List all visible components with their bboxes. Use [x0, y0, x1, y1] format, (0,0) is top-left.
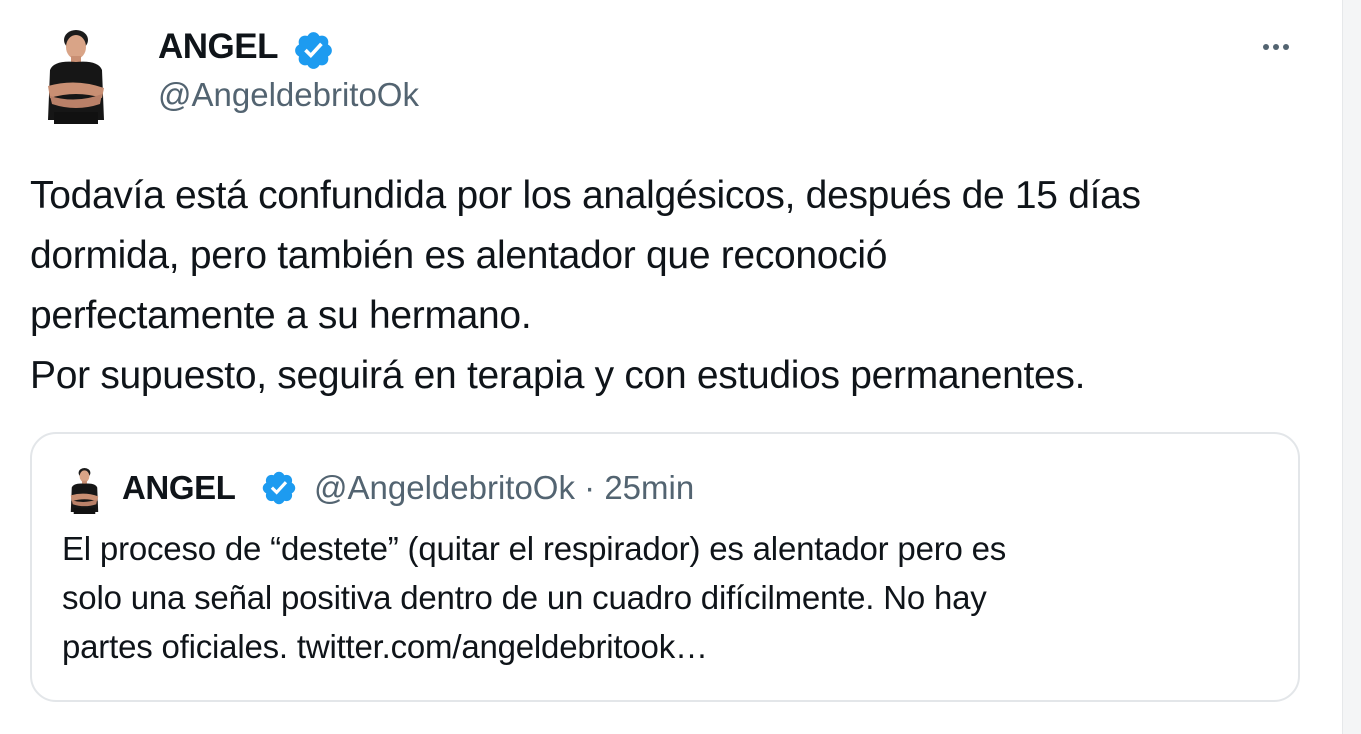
quoted-author-name: ANGEL: [122, 469, 236, 506]
tweet-text-line: dormida, pero también es alentador que r…: [30, 234, 888, 277]
quoted-tweet-text: El proceso de “destete” (quitar el respi…: [62, 524, 1282, 671]
tweet-text: Todavía está confundida por los analgési…: [30, 166, 1330, 406]
quoted-author-avatar: [70, 467, 99, 514]
quoted-text-line: partes oficiales. twitter.com/angeldebri…: [62, 628, 708, 665]
author-avatar[interactable]: [40, 26, 110, 124]
quoted-text-line: solo una señal positiva dentro de un cua…: [62, 579, 987, 616]
dot-icon: [1283, 44, 1289, 50]
dot-icon: [1263, 44, 1269, 50]
author-name[interactable]: ANGEL: [158, 26, 279, 68]
author-handle[interactable]: @AngeldebritoOk: [158, 74, 419, 116]
quoted-author-handle: @AngeldebritoOk: [314, 469, 575, 506]
tweet-text-line: perfectamente a su hermano.: [30, 294, 532, 337]
verified-badge-icon: [295, 32, 332, 69]
dot-icon: [1273, 44, 1279, 50]
separator-dot: ·: [584, 469, 596, 506]
scrollbar-track[interactable]: [1342, 0, 1361, 734]
quoted-timestamp[interactable]: 25min: [604, 469, 694, 506]
tweet-card: ANGEL @AngeldebritoOk Todavía está confu…: [0, 0, 1342, 734]
quoted-text-line: El proceso de “destete” (quitar el respi…: [62, 530, 1007, 567]
quoted-tweet[interactable]: ANGEL @AngeldebritoOk · 25min El proceso…: [30, 432, 1300, 702]
tweet-text-line: Todavía está confundida por los analgési…: [30, 174, 1141, 217]
quoted-handle-and-time: @AngeldebritoOk · 25min: [314, 468, 694, 508]
verified-badge-icon: [262, 471, 296, 505]
tweet-text-line: Por supuesto, seguirá en terapia y con e…: [30, 354, 1086, 397]
more-options-icon[interactable]: [1252, 30, 1300, 64]
